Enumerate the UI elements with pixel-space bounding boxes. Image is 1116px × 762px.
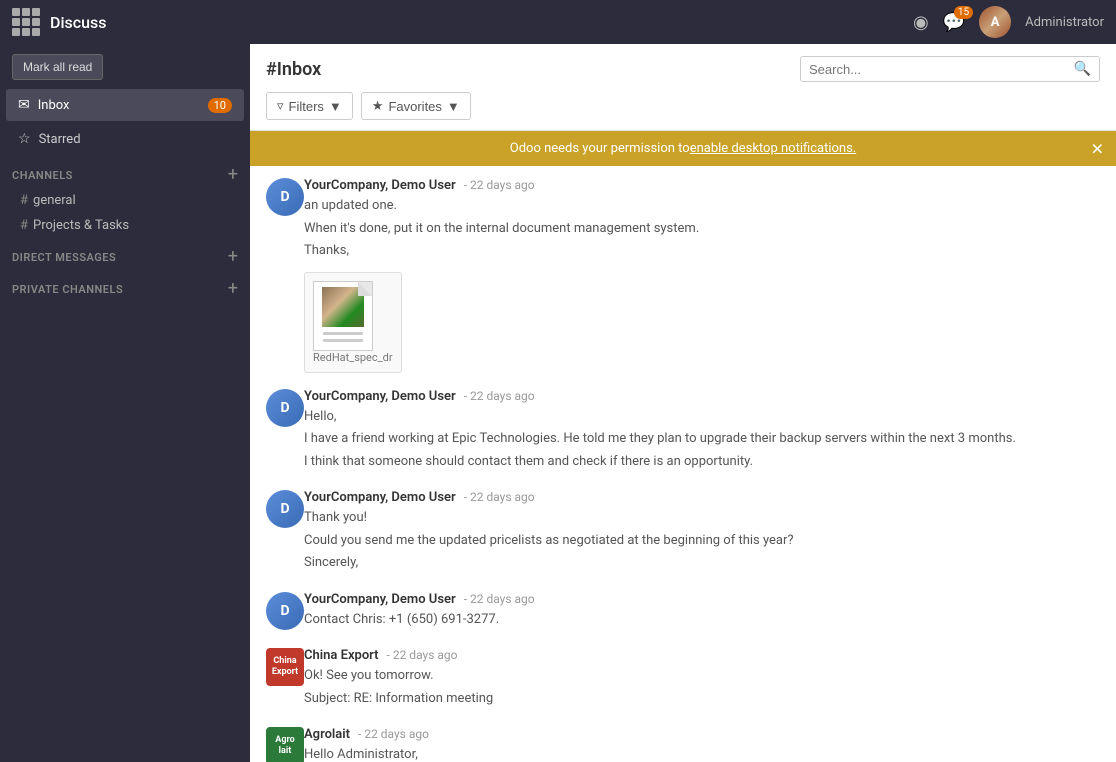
filters-label: Filters [289, 99, 324, 114]
app-title: Discuss [50, 13, 913, 32]
filter-icon: ▿ [277, 98, 284, 114]
banner-text: Odoo needs your permission to [510, 141, 690, 156]
message-sender: YourCompany, Demo User [304, 490, 456, 505]
message-body: Contact Chris: +1 (650) 691-3277. [304, 610, 1100, 630]
message-body: Hello Administrator, [304, 745, 1100, 762]
message-sender: China Export [304, 648, 379, 663]
content-header: #Inbox 🔍 ▿ Filters ▼ ★ Favorites ▼ [250, 44, 1116, 131]
message-body: Hello, I have a friend working at Epic T… [304, 407, 1100, 472]
doc-image-preview [322, 287, 364, 327]
avatar: D [266, 592, 304, 630]
enable-notifications-link[interactable]: enable desktop notifications. [690, 141, 857, 156]
close-banner-button[interactable]: ✕ [1091, 139, 1104, 158]
avatar: Agrolait [266, 727, 304, 762]
add-channel-button[interactable]: + [228, 166, 238, 184]
message-item: D YourCompany, Demo User - 22 days ago H… [266, 389, 1100, 475]
message-time: - 22 days ago [464, 389, 535, 403]
message-content: YourCompany, Demo User - 22 days ago Tha… [304, 490, 1100, 576]
top-navigation: Discuss ◉ 💬 15 A Administrator [0, 0, 1116, 44]
attachment-name: RedHat_spec_dr [313, 351, 393, 364]
channels-section-label: CHANNELS [12, 169, 228, 182]
message-body: Thank you! Could you send me the updated… [304, 508, 1100, 573]
message-time: - 22 days ago [387, 648, 458, 662]
admin-label: Administrator [1025, 15, 1104, 30]
star-icon: ☆ [18, 131, 31, 147]
message-content: YourCompany, Demo User - 22 days ago Hel… [304, 389, 1100, 475]
message-content: China Export - 22 days ago Ok! See you t… [304, 648, 1100, 711]
filters-chevron: ▼ [329, 99, 342, 114]
message-sender: YourCompany, Demo User [304, 389, 456, 404]
apps-grid-icon[interactable] [12, 8, 40, 36]
message-badge: 15 [954, 6, 973, 19]
private-channels-section-header: PRIVATE CHANNELS + [0, 270, 250, 302]
sidebar-channel-general[interactable]: # general [0, 188, 250, 213]
message-content: YourCompany, Demo User - 22 days ago Con… [304, 592, 1100, 633]
messaging-icon[interactable]: 💬 15 [943, 12, 965, 33]
favorites-button[interactable]: ★ Favorites ▼ [361, 92, 471, 120]
favorites-chevron: ▼ [447, 99, 460, 114]
main-content: #Inbox 🔍 ▿ Filters ▼ ★ Favorites ▼ [250, 44, 1116, 762]
message-time: - 22 days ago [464, 592, 535, 606]
message-item: Agrolait Agrolait - 22 days ago Hello Ad… [266, 727, 1100, 762]
search-icon[interactable]: 🔍 [1074, 61, 1091, 77]
message-item: ChinaExport China Export - 22 days ago O… [266, 648, 1100, 711]
page-title: #Inbox [266, 59, 790, 80]
message-body: an updated one. When it's done, put it o… [304, 196, 1100, 261]
channel-projects-label: Projects & Tasks [33, 218, 129, 233]
hash-icon: # [20, 193, 28, 208]
messages-area: D YourCompany, Demo User - 22 days ago a… [250, 166, 1116, 762]
inbox-badge: 10 [208, 98, 232, 113]
message-item: D YourCompany, Demo User - 22 days ago C… [266, 592, 1100, 633]
toolbar: ▿ Filters ▼ ★ Favorites ▼ [266, 92, 1100, 120]
direct-messages-label: DIRECT MESSAGES [12, 251, 228, 264]
message-sender: YourCompany, Demo User [304, 592, 456, 607]
sidebar-item-starred[interactable]: ☆ Starred [6, 123, 244, 155]
channel-general-label: general [33, 193, 76, 208]
message-content: Agrolait - 22 days ago Hello Administrat… [304, 727, 1100, 762]
hash-icon-2: # [20, 218, 28, 233]
message-item: D YourCompany, Demo User - 22 days ago T… [266, 490, 1100, 576]
avatar: ChinaExport [266, 648, 304, 686]
avatar: D [266, 490, 304, 528]
sidebar-starred-label: Starred [39, 132, 232, 147]
direct-messages-section-header: DIRECT MESSAGES + [0, 238, 250, 270]
message-sender: Agrolait [304, 727, 350, 742]
inbox-icon: ✉ [18, 97, 30, 113]
attachment[interactable]: RedHat_spec_dr [304, 272, 402, 373]
add-direct-message-button[interactable]: + [228, 248, 238, 266]
sidebar-channel-projects-tasks[interactable]: # Projects & Tasks [0, 213, 250, 238]
avatar: D [266, 389, 304, 427]
notification-banner: Odoo needs your permission to enable des… [250, 131, 1116, 166]
favorites-label: Favorites [388, 99, 441, 114]
message-content: YourCompany, Demo User - 22 days ago an … [304, 178, 1100, 373]
mark-all-read-button[interactable]: Mark all read [12, 54, 103, 80]
star-favorites-icon: ★ [372, 98, 384, 114]
message-time: - 22 days ago [464, 490, 535, 504]
message-item: D YourCompany, Demo User - 22 days ago a… [266, 178, 1100, 373]
search-input[interactable] [809, 62, 1074, 77]
message-time: - 22 days ago [358, 727, 429, 741]
add-private-channel-button[interactable]: + [228, 280, 238, 298]
clock-icon[interactable]: ◉ [913, 12, 929, 33]
avatar: D [266, 178, 304, 216]
search-box: 🔍 [800, 56, 1100, 82]
channels-section-header: CHANNELS + [0, 156, 250, 188]
sidebar-item-inbox[interactable]: ✉ Inbox 10 [6, 89, 244, 121]
message-sender: YourCompany, Demo User [304, 178, 456, 193]
avatar[interactable]: A [979, 6, 1011, 38]
message-body: Ok! See you tomorrow. Subject: RE: Infor… [304, 666, 1100, 708]
message-time: - 22 days ago [464, 178, 535, 192]
filters-button[interactable]: ▿ Filters ▼ [266, 92, 353, 120]
doc-preview-icon [313, 281, 373, 351]
sidebar: Mark all read ✉ Inbox 10 ☆ Starred CHANN… [0, 44, 250, 762]
sidebar-inbox-label: Inbox [38, 98, 208, 113]
private-channels-label: PRIVATE CHANNELS [12, 283, 228, 296]
